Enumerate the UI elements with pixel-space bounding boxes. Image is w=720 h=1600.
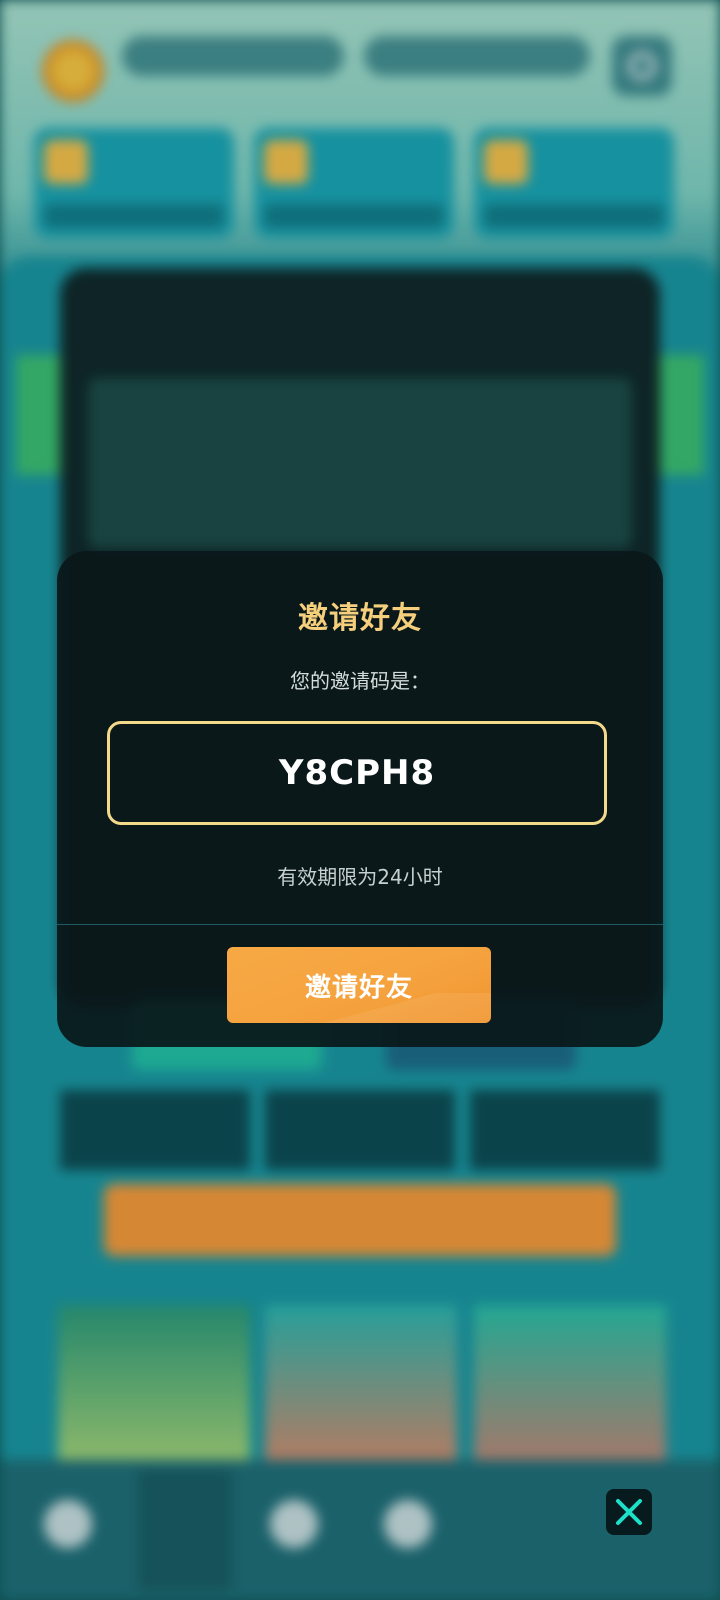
close-icon	[616, 1499, 642, 1525]
divider	[57, 924, 663, 925]
invite-friend-button[interactable]: 邀请好友	[227, 947, 491, 1023]
validity-text: 有效期限为24小时	[277, 865, 443, 889]
invite-button-label: 邀请好友	[304, 972, 413, 1003]
invite-friend-dialog: 邀请好友 您的邀请码是： Y8CPH8 有效期限为24小时 邀请好友	[57, 551, 663, 1047]
invite-code-label: 您的邀请码是：	[290, 669, 430, 693]
close-button[interactable]	[606, 1489, 652, 1535]
invite-code-value[interactable]: Y8CPH8	[279, 753, 435, 793]
dialog-title: 邀请好友	[298, 601, 422, 636]
invite-code-box[interactable]: Y8CPH8	[107, 721, 607, 825]
